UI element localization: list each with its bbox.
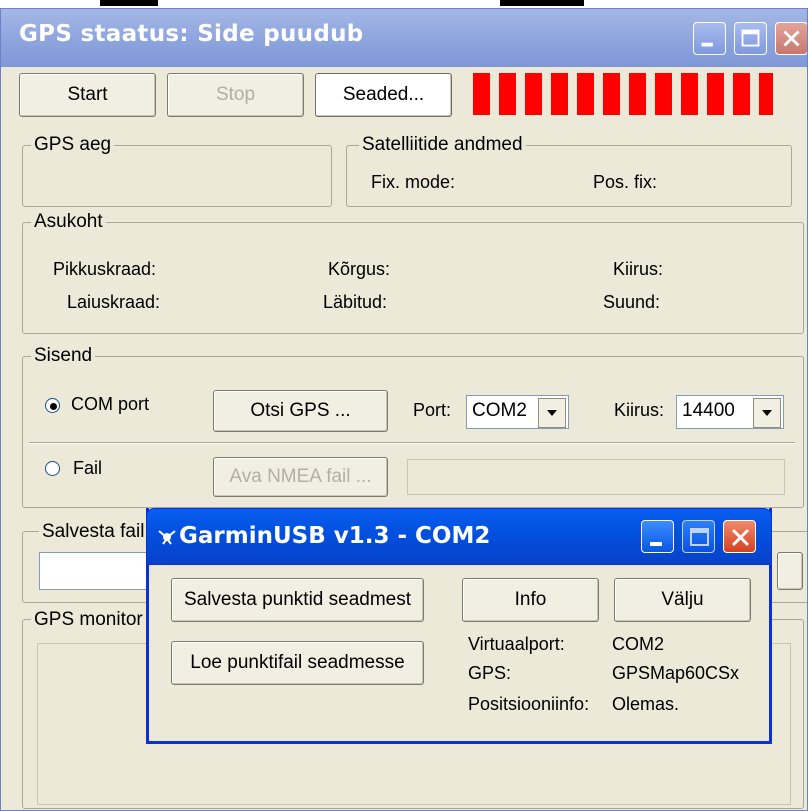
signal-segment bbox=[759, 73, 773, 115]
direction-label: Suund: bbox=[603, 292, 661, 312]
save-file-browse-button[interactable] bbox=[777, 552, 803, 590]
position-info-value: Olemas. bbox=[612, 694, 680, 714]
port-dropdown-button[interactable] bbox=[538, 398, 566, 428]
gps-time-legend: GPS aeg bbox=[31, 134, 115, 156]
window-title: GPS staatus: Side puudub bbox=[19, 21, 364, 47]
signal-segment bbox=[629, 73, 646, 115]
signal-strength-bar bbox=[473, 73, 773, 115]
virtual-port-label: Virtuaalport: bbox=[468, 634, 565, 654]
signal-segment bbox=[577, 73, 594, 115]
port-select-value: COM2 bbox=[472, 400, 527, 421]
dialog-title: GarminUSB v1.3 - COM2 bbox=[179, 523, 491, 549]
location-legend: Asukoht bbox=[31, 211, 106, 233]
gps-monitor-legend: GPS monitor bbox=[31, 609, 146, 631]
main-titlebar[interactable]: GPS staatus: Side puudub bbox=[1, 9, 807, 67]
save-points-button[interactable]: Salvesta punktid seadmest bbox=[171, 578, 424, 622]
top-edge-mark-left bbox=[100, 0, 158, 6]
satellite-legend: Satelliitide andmed bbox=[359, 134, 526, 156]
load-points-button[interactable]: Loe punktifail seadmesse bbox=[171, 641, 424, 685]
baud-label: Kiirus: bbox=[614, 400, 665, 420]
signal-segment bbox=[473, 73, 490, 115]
latitude-label: Laiuskraad: bbox=[67, 292, 161, 312]
pos-fix-label: Pos. fix: bbox=[593, 172, 658, 192]
signal-segment bbox=[499, 73, 516, 115]
exit-button[interactable]: Välju bbox=[614, 578, 751, 622]
speed-label: Kiirus: bbox=[613, 259, 664, 279]
find-gps-button[interactable]: Otsi GPS ... bbox=[213, 390, 388, 432]
signal-segment bbox=[681, 73, 698, 115]
signal-segment bbox=[551, 73, 568, 115]
input-legend: Sisend bbox=[31, 345, 96, 367]
minimize-button[interactable] bbox=[693, 22, 726, 55]
radio-selected-dot bbox=[50, 403, 57, 410]
position-info-label: Positsiooniinfo: bbox=[468, 694, 590, 714]
file-radio[interactable] bbox=[45, 461, 60, 476]
dialog-minimize-button[interactable] bbox=[641, 520, 674, 553]
file-label[interactable]: Fail bbox=[73, 458, 102, 479]
longitude-label: Pikkuskraad: bbox=[53, 259, 157, 279]
maximize-icon bbox=[741, 29, 760, 47]
info-button[interactable]: Info bbox=[462, 578, 599, 622]
com-port-label[interactable]: COM port bbox=[71, 394, 149, 415]
signal-segment bbox=[655, 73, 672, 115]
top-edge-mark-right bbox=[500, 0, 584, 6]
gps-value: GPSMap60CSx bbox=[612, 663, 740, 683]
stop-button[interactable]: Stop bbox=[167, 73, 304, 117]
dialog-maximize-button[interactable] bbox=[682, 520, 715, 553]
altitude-label: Kõrgus: bbox=[328, 259, 391, 279]
com-port-radio[interactable] bbox=[45, 398, 60, 413]
minimize-icon bbox=[650, 542, 662, 546]
minimize-icon bbox=[701, 42, 713, 47]
maximize-icon bbox=[690, 528, 709, 546]
settings-button[interactable]: Seaded... bbox=[315, 73, 452, 117]
chevron-down-icon bbox=[547, 410, 557, 416]
gps-label: GPS: bbox=[468, 663, 512, 683]
open-nmea-button[interactable]: Ava NMEA fail ... bbox=[213, 457, 388, 497]
chevron-down-icon bbox=[762, 410, 772, 416]
save-file-legend: Salvesta fail bbox=[39, 521, 148, 543]
start-button[interactable]: Start bbox=[19, 73, 156, 117]
close-icon bbox=[783, 30, 800, 47]
baud-dropdown-button[interactable] bbox=[753, 398, 781, 428]
satellite-icon bbox=[158, 530, 176, 545]
baud-select-value: 14400 bbox=[682, 400, 735, 421]
nmea-file-field[interactable] bbox=[407, 459, 785, 495]
distance-label: Läbitud: bbox=[323, 292, 388, 312]
virtual-port-value: COM2 bbox=[612, 634, 665, 654]
signal-segment bbox=[707, 73, 724, 115]
baud-select[interactable]: 14400 bbox=[676, 395, 784, 429]
port-select[interactable]: COM2 bbox=[466, 395, 569, 429]
close-icon bbox=[731, 528, 750, 547]
signal-segment bbox=[603, 73, 620, 115]
fix-mode-label: Fix. mode: bbox=[371, 172, 456, 192]
port-label: Port: bbox=[413, 400, 452, 420]
maximize-button[interactable] bbox=[734, 22, 767, 55]
signal-segment bbox=[733, 73, 750, 115]
close-button[interactable] bbox=[775, 22, 807, 55]
input-divider bbox=[29, 442, 795, 444]
dialog-close-button[interactable] bbox=[723, 520, 756, 553]
dialog-titlebar[interactable]: GarminUSB v1.3 - COM2 bbox=[146, 508, 772, 565]
signal-segment bbox=[525, 73, 542, 115]
